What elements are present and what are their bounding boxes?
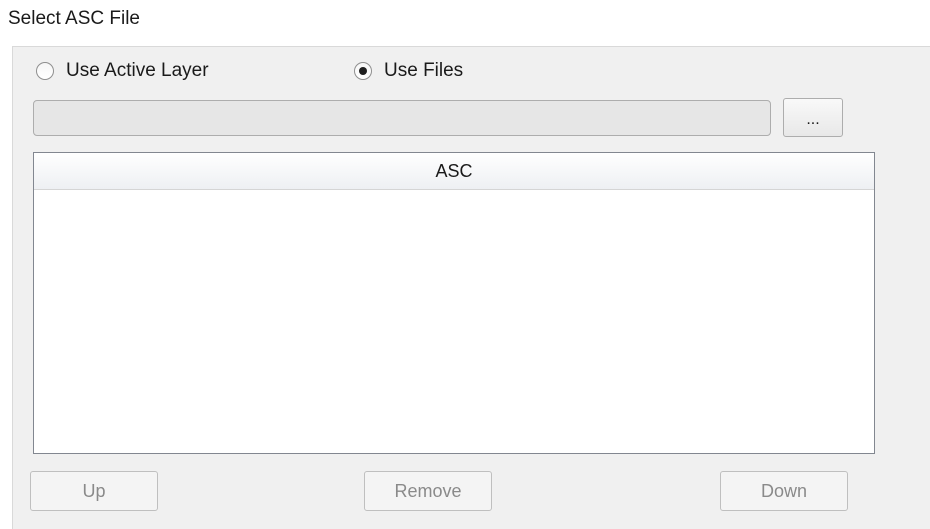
radio-unchecked-icon	[36, 62, 54, 80]
group-title: Select ASC File	[8, 8, 140, 29]
asc-list-body[interactable]	[34, 190, 874, 453]
browse-button[interactable]: ...	[783, 98, 843, 137]
file-path-input[interactable]	[33, 100, 771, 136]
asc-column-header[interactable]: ASC	[34, 153, 874, 190]
radio-dot-icon	[359, 67, 367, 75]
use-files-radio[interactable]: Use Files	[354, 60, 463, 82]
use-active-layer-radio[interactable]: Use Active Layer	[36, 60, 209, 82]
remove-button[interactable]: Remove	[364, 471, 492, 511]
use-active-layer-label: Use Active Layer	[66, 60, 209, 81]
select-asc-file-panel: Select ASC File Use Active Layer Use Fil…	[0, 0, 930, 529]
use-files-label: Use Files	[384, 60, 464, 81]
down-button[interactable]: Down	[720, 471, 848, 511]
asc-file-list[interactable]: ASC	[33, 152, 875, 454]
up-button[interactable]: Up	[30, 471, 158, 511]
radio-checked-icon	[354, 62, 372, 80]
